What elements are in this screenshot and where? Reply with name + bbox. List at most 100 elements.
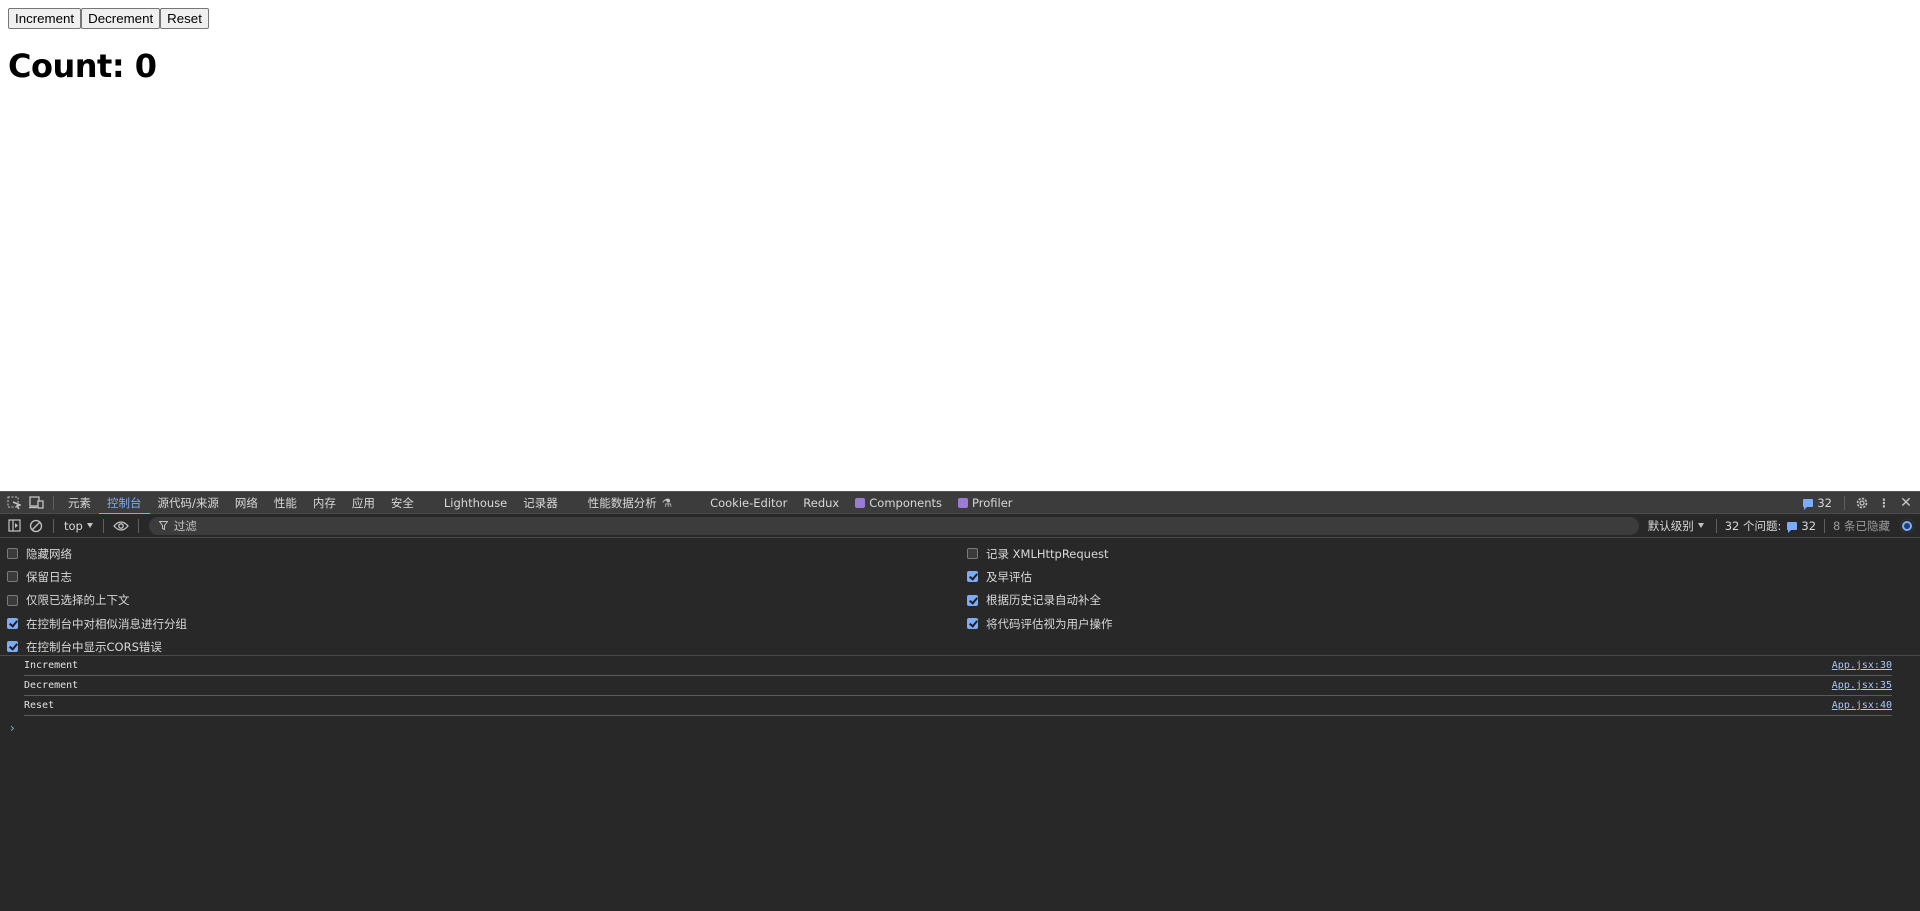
- prompt-chevron-icon: ›: [10, 721, 15, 735]
- issues-badge[interactable]: 32: [1797, 496, 1838, 510]
- setting-treat-eval-as-user-action[interactable]: 将代码评估视为用户操作: [967, 612, 1113, 635]
- tab-components[interactable]: Components: [847, 492, 950, 514]
- tabbar-actions: 32 ⋮ ✕: [1797, 492, 1920, 514]
- message-icon: [1803, 499, 1814, 510]
- tab-profiler-label: Profiler: [972, 495, 1013, 510]
- react-icon: [958, 497, 969, 508]
- log-message: Reset: [24, 700, 55, 711]
- setting-log-xhr[interactable]: 记录 XMLHttpRequest: [967, 542, 1113, 565]
- separator: [137, 518, 139, 533]
- checkbox-checked[interactable]: [967, 594, 978, 606]
- settings-left-column: 隐藏网络 保留日志 仅限已选择的上下文 在控制台中对相似消息进行分组 在控制台中…: [7, 542, 187, 658]
- tab-profiler[interactable]: Profiler: [950, 492, 1021, 514]
- device-toolbar-icon[interactable]: [25, 492, 47, 514]
- checkbox[interactable]: [7, 548, 18, 560]
- devtools-tabbar: 元素 控制台 源代码/来源 网络 性能 内存 应用 安全 Lighthouse …: [0, 491, 1920, 515]
- close-icon[interactable]: ✕: [1895, 492, 1917, 514]
- clear-console-icon[interactable]: [25, 515, 47, 537]
- log-level-value: 默认级别: [1647, 518, 1694, 533]
- setting-label: 将代码评估视为用户操作: [986, 616, 1113, 631]
- tab-recorder[interactable]: 记录器: [515, 492, 566, 514]
- decrement-button[interactable]: Decrement: [81, 8, 161, 29]
- setting-selected-context-only[interactable]: 仅限已选择的上下文: [7, 589, 187, 612]
- tab-cookie-editor[interactable]: Cookie-Editor: [702, 492, 795, 514]
- count-heading: Count: 0: [8, 47, 157, 85]
- setting-label: 隐藏网络: [26, 546, 72, 561]
- console-prompt[interactable]: ›: [10, 718, 1920, 738]
- setting-label: 保留日志: [26, 569, 72, 584]
- log-entry: Reset App.jsx:40: [24, 696, 1892, 716]
- setting-eager-evaluation[interactable]: 及早评估: [967, 565, 1113, 588]
- separator: [53, 518, 54, 533]
- console-settings-gear-icon[interactable]: [1900, 518, 1914, 533]
- checkbox-checked[interactable]: [967, 618, 978, 630]
- log-entry: Decrement App.jsx:35: [24, 676, 1892, 696]
- settings-right-column: 记录 XMLHttpRequest 及早评估 根据历史记录自动补全 将代码评估视…: [967, 542, 1113, 635]
- filter-box[interactable]: [148, 516, 1639, 535]
- log-level-dropdown[interactable]: 默认级别: [1642, 518, 1710, 534]
- sidebar-toggle-icon[interactable]: [3, 515, 25, 537]
- issues-count: 32: [1817, 496, 1832, 510]
- more-options-icon[interactable]: ⋮: [1873, 492, 1895, 514]
- log-message: Increment: [24, 660, 79, 671]
- tab-performance-insights[interactable]: 性能数据分析 ⚗: [580, 492, 680, 514]
- setting-label: 及早评估: [986, 569, 1032, 584]
- tab-security[interactable]: 安全: [383, 492, 422, 514]
- setting-show-cors-errors[interactable]: 在控制台中显示CORS错误: [7, 635, 187, 658]
- toolbar-right: 默认级别 32 个问题: 32 8 条已隐藏: [1642, 514, 1920, 537]
- tab-performance-insights-label: 性能数据分析: [587, 495, 657, 510]
- settings-gear-icon[interactable]: [1851, 492, 1873, 514]
- separator: [1715, 518, 1717, 533]
- log-message: Decrement: [24, 680, 79, 691]
- react-icon: [855, 497, 866, 508]
- checkbox[interactable]: [7, 571, 18, 583]
- tab-lighthouse[interactable]: Lighthouse: [436, 492, 515, 514]
- filter-input[interactable]: [173, 518, 1574, 533]
- setting-label: 在控制台中对相似消息进行分组: [26, 616, 187, 631]
- context-value: top: [64, 518, 83, 533]
- tab-elements[interactable]: 元素: [60, 492, 99, 514]
- setting-label: 仅限已选择的上下文: [26, 593, 130, 608]
- setting-group-similar[interactable]: 在控制台中对相似消息进行分组: [7, 612, 187, 635]
- increment-button[interactable]: Increment: [8, 8, 82, 29]
- filter-icon: [158, 519, 169, 533]
- separator: [1844, 496, 1845, 510]
- setting-hide-network[interactable]: 隐藏网络: [7, 542, 187, 565]
- tab-components-label: Components: [869, 495, 943, 510]
- tab-redux[interactable]: Redux: [795, 492, 847, 514]
- setting-label: 记录 XMLHttpRequest: [986, 546, 1109, 561]
- live-expression-eye-icon[interactable]: [110, 515, 132, 537]
- checkbox-checked[interactable]: [7, 618, 18, 630]
- setting-label: 根据历史记录自动补全: [986, 593, 1101, 608]
- chevron-down-icon: [1697, 523, 1704, 528]
- log-entry: Increment App.jsx:30: [24, 656, 1892, 676]
- setting-label: 在控制台中显示CORS错误: [26, 639, 162, 654]
- log-source-link[interactable]: App.jsx:35: [1832, 680, 1892, 691]
- message-icon: [1787, 521, 1798, 533]
- inspect-element-icon[interactable]: [3, 492, 25, 514]
- setting-preserve-log[interactable]: 保留日志: [7, 565, 187, 588]
- reset-button[interactable]: Reset: [160, 8, 209, 29]
- setting-autocomplete-history[interactable]: 根据历史记录自动补全: [967, 589, 1113, 612]
- separator: [1824, 518, 1826, 533]
- log-source-link[interactable]: App.jsx:40: [1832, 700, 1892, 711]
- tab-console[interactable]: 控制台: [99, 492, 150, 515]
- console-output: Increment App.jsx:30 Decrement App.jsx:3…: [0, 656, 1920, 738]
- checkbox[interactable]: [7, 594, 18, 606]
- tab-sources[interactable]: 源代码/来源: [150, 492, 227, 514]
- log-source-link[interactable]: App.jsx:30: [1832, 660, 1892, 671]
- checkbox-checked[interactable]: [967, 571, 978, 583]
- context-selector[interactable]: top: [60, 519, 97, 533]
- page-content: Increment Decrement Reset Count: 0: [0, 0, 1920, 491]
- tab-memory[interactable]: 内存: [305, 492, 344, 514]
- chevron-down-icon: [86, 523, 93, 528]
- tab-application[interactable]: 应用: [344, 492, 383, 514]
- counter-buttons: Increment Decrement Reset: [8, 8, 1912, 29]
- issues-link[interactable]: 32: [1781, 519, 1822, 533]
- tab-performance[interactable]: 性能: [266, 492, 305, 514]
- separator: [102, 518, 104, 533]
- checkbox[interactable]: [967, 548, 978, 560]
- tab-network[interactable]: 网络: [227, 492, 266, 514]
- devtools-panel: 元素 控制台 源代码/来源 网络 性能 内存 应用 安全 Lighthouse …: [0, 491, 1920, 911]
- checkbox-checked[interactable]: [7, 641, 18, 653]
